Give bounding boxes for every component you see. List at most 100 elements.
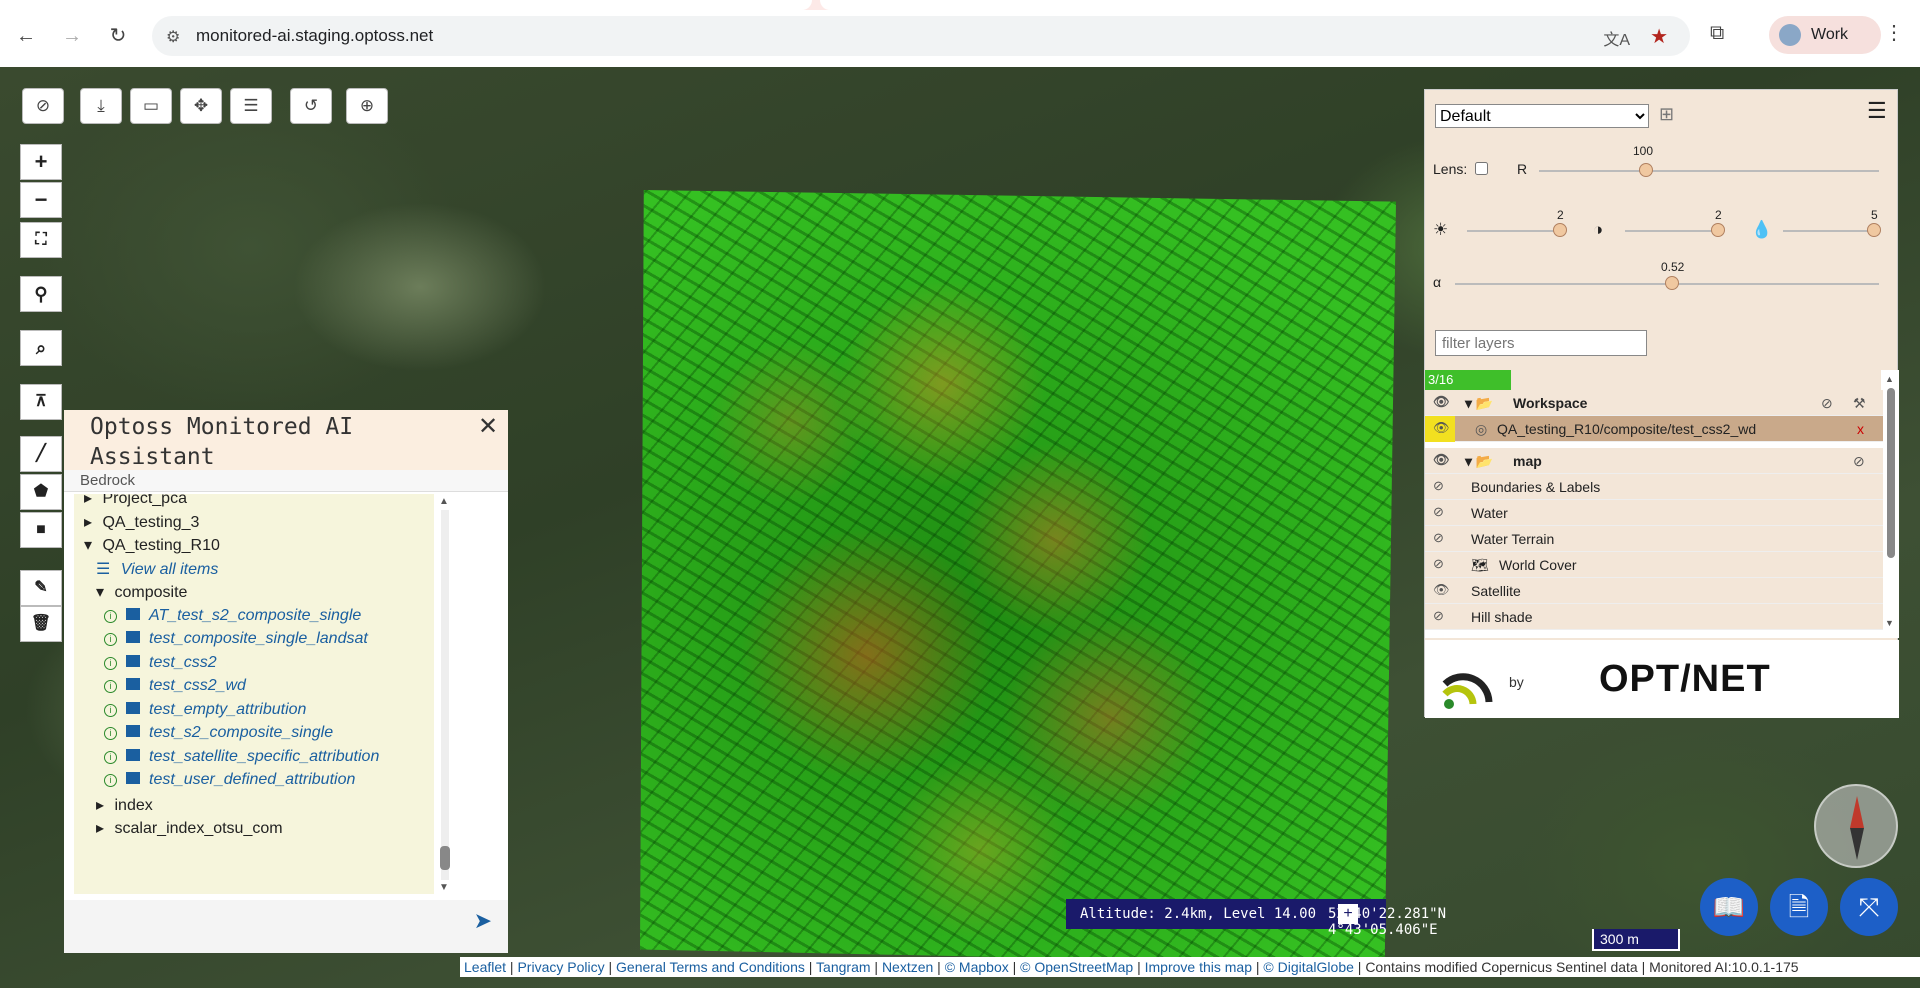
caret-right-icon[interactable]: ▸ [96,797,108,814]
add-icon[interactable]: ⊕ [346,88,388,124]
improve-link[interactable]: Improve this map [1145,959,1252,975]
eye-off-icon[interactable]: ⊘ [1433,530,1451,546]
zoom-out-button[interactable]: − [20,182,62,218]
filter-icon[interactable]: ☰ [230,88,272,124]
tree-item[interactable]: i test_user_defined_attribution [104,771,355,789]
info-icon[interactable]: i [104,774,117,787]
tab[interactable] [820,0,1920,10]
camera-icon[interactable]: ▭ [130,88,172,124]
osm-link[interactable]: © OpenStreetMap [1020,959,1133,975]
layer-row[interactable]: ⊘ Water Terrain [1425,526,1883,552]
tree-item[interactable]: i test_s2_composite_single [104,724,333,742]
caret-down-icon[interactable]: ▾ [84,537,96,554]
tree-folder[interactable]: ▸ index [96,795,153,815]
nextzen-link[interactable]: Nextzen [882,959,933,975]
scroll-thumb[interactable] [1887,388,1895,558]
lens-checkbox[interactable] [1475,162,1488,175]
view-all-link[interactable]: ☰ View all items [96,559,218,579]
filter-layers-input[interactable] [1435,330,1647,356]
contrast-slider[interactable] [1625,230,1723,232]
document-icon[interactable]: 🗎 [1770,878,1828,936]
hide-icon[interactable]: ⊘ [22,88,64,124]
tree-folder[interactable]: ▸ QA_testing_3 [84,512,199,532]
site-info-icon[interactable]: ⚙ [166,27,180,47]
scroll-down-icon[interactable]: ▼ [439,882,449,893]
eye-off-icon[interactable]: ⊘ [1433,478,1451,494]
layer-row[interactable]: ⊘ Water [1425,500,1883,526]
info-icon[interactable]: i [104,633,117,646]
more-menu-icon[interactable]: ⋮ [1884,20,1904,45]
layer-row[interactable]: ⊘ 🗺 World Cover [1425,552,1883,578]
preset-select[interactable]: Default [1435,104,1649,128]
compass-icon[interactable] [1814,784,1898,868]
collapse-icon[interactable]: ⊼ [20,384,62,420]
tree-scrollbar[interactable]: ▲ ▼ [438,496,452,894]
fullscreen-icon[interactable]: ⛶ [20,222,62,258]
mapbox-link[interactable]: © Mapbox [945,959,1009,975]
info-icon[interactable]: i [104,680,117,693]
caret-right-icon[interactable]: ▸ [84,514,96,531]
tangram-link[interactable]: Tangram [816,959,870,975]
privacy-link[interactable]: Privacy Policy [517,959,604,975]
tree-item[interactable]: i test_css2_wd [104,677,246,695]
layer-row[interactable]: ⊘ Boundaries & Labels [1425,474,1883,500]
r-slider[interactable] [1539,170,1879,172]
scroll-down-icon[interactable]: ▼ [1885,618,1894,628]
saturation-slider[interactable] [1783,230,1879,232]
translate-icon[interactable]: 文A [1603,26,1630,50]
scroll-up-icon[interactable]: ▲ [1885,374,1894,384]
layer-row[interactable]: 👁 Satellite [1425,578,1883,604]
contrast-slider-knob[interactable] [1711,223,1725,237]
draw-rectangle-icon[interactable]: ■ [20,512,62,548]
address-bar[interactable]: ⚙ monitored-ai.staging.optoss.net 文A ★ [152,16,1690,56]
crosshair-toggle-icon[interactable]: + [1338,904,1358,924]
saturation-slider-knob[interactable] [1867,223,1881,237]
draw-line-icon[interactable]: ╱ [20,436,62,472]
location-pin-icon[interactable]: ⚲ [20,276,62,312]
info-icon[interactable]: i [104,609,117,623]
workspace-row[interactable]: 👁 ▾ 📂 Workspace ⊘ ⚒ [1425,390,1883,416]
reload-icon[interactable]: ↻ [104,22,132,50]
tree-folder[interactable]: ▾ composite [96,582,187,602]
tree-item[interactable]: i test_empty_attribution [104,701,306,719]
axes-icon[interactable]: ⤧ [1840,878,1898,936]
digitalglobe-link[interactable]: © DigitalGlobe [1263,959,1353,975]
map-group-row[interactable]: 👁 ▾ 📂 map ⊘ [1425,448,1883,474]
brightness-slider[interactable] [1467,230,1565,232]
close-icon[interactable]: ✕ [478,412,498,441]
scroll-thumb[interactable] [440,846,450,870]
url-text[interactable]: monitored-ai.staging.optoss.net [196,26,433,46]
draw-polygon-icon[interactable]: ⬟ [20,474,62,510]
extensions-icon[interactable]: ⧉ [1710,22,1724,45]
profile-button[interactable]: Work [1769,16,1881,54]
tree-item[interactable]: i test_satellite_specific_attribution [104,748,379,766]
paint-icon[interactable]: ⚒ [1853,395,1866,412]
book-icon[interactable]: 📖 [1700,878,1758,936]
terms-link[interactable]: General Terms and Conditions [616,959,805,975]
brightness-slider-knob[interactable] [1553,223,1567,237]
bookmark-star-icon[interactable]: ★ [1650,24,1668,49]
caret-right-icon[interactable]: ▸ [96,820,108,837]
scroll-up-icon[interactable]: ▲ [439,496,449,507]
active-layer-row[interactable]: 👁 ◎ QA_testing_R10/composite/test_css2_w… [1425,416,1883,442]
delete-icon[interactable]: 🗑 [20,606,62,642]
hide-all-icon[interactable]: ⊘ [1853,453,1865,470]
tree-folder[interactable]: ▾ QA_testing_R10 [84,535,220,555]
eye-off-icon[interactable]: ⊘ [1433,556,1451,572]
grid-icon[interactable]: ⊞ [1659,104,1674,125]
caret-right-icon[interactable]: ▸ [84,494,96,507]
eye-icon[interactable]: 👁 [1433,452,1451,468]
leaflet-link[interactable]: Leaflet [464,959,506,975]
reset-icon[interactable]: ↺ [290,88,332,124]
send-icon[interactable]: ➤ [474,908,492,934]
scroll-track[interactable] [441,510,449,880]
tree-folder[interactable]: ▸ Project_pca [84,494,187,508]
zoom-in-button[interactable]: + [20,144,62,180]
zoom-box-icon[interactable]: ⌕ [20,330,62,366]
tree-item[interactable]: i test_composite_single_landsat [104,630,368,648]
caret-down-icon[interactable]: ▾ [96,584,108,601]
tree-item[interactable]: i test_css2 [104,654,217,672]
forward-icon[interactable]: → [58,22,86,50]
tree-item[interactable]: i AT_test_s2_composite_single [104,607,361,625]
menu-icon[interactable]: ☰ [1867,98,1887,124]
